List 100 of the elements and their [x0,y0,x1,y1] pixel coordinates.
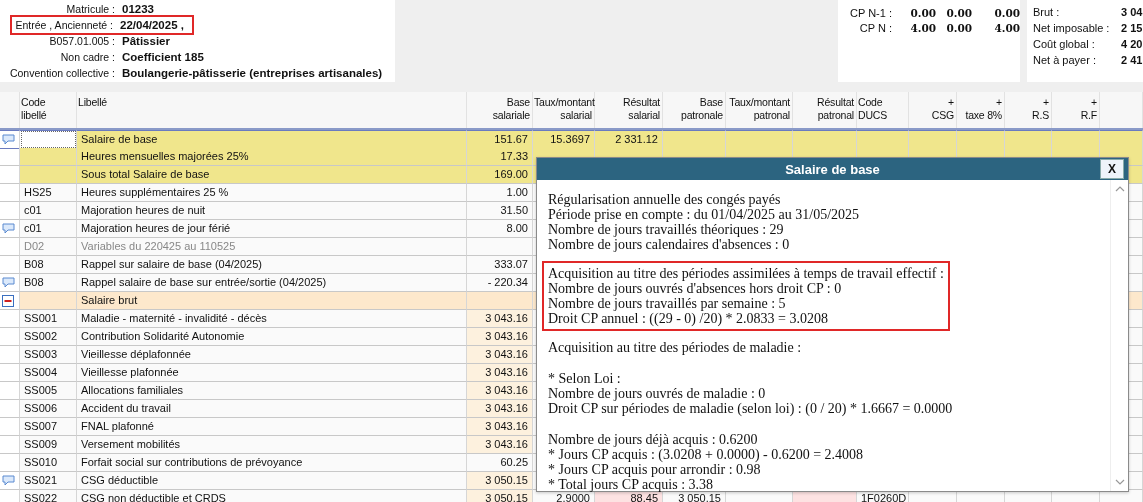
table-cell: SS007 [20,418,77,436]
column-header[interactable]: Base patronale [663,92,726,128]
balance-value: 4.00 [909,21,936,34]
field-value: 22/04/2025 , [120,19,184,31]
table-cell: c01 [20,202,77,220]
table-cell: Heures supplémentaires 25 % [77,184,467,202]
field-label: Matricule : [65,3,116,15]
table-cell: Majoration heures de nuit [77,202,467,220]
detail-line: Droit CP annuel : ((29 - 0) /20) * 2.0833 = 3.0208 [548,311,829,326]
total-value: 3 04 [1121,6,1143,18]
detail-line: Nombre de jours ouvrés de maladie : 0 [548,386,767,401]
table-cell: Maladie - maternité - invalidité - décès [77,310,467,328]
detail-line: Acquisition au titre des périodes assimilées à temps de travail effectif : [548,266,944,281]
total-value: 4 20 [1121,38,1143,50]
table-cell: SS002 [20,328,77,346]
table-cell: SS003 [20,346,77,364]
table-cell: - 220.34 [467,274,533,292]
table-cell: SS010 [20,454,77,472]
table-cell: Majoration heures de jour férié [77,220,467,238]
column-header[interactable]: + CSG [909,92,957,128]
column-header[interactable]: Taux/montant salarial [533,92,595,128]
detail-line: Régularisation annuelle des congés payés [548,192,782,207]
table-cell: HS25 [20,184,77,202]
table-cell: 3 043.16 [467,310,533,328]
column-header[interactable]: + taxe 8% [957,92,1005,128]
table-cell: 3 043.16 [467,436,533,454]
table-cell: 3 043.16 [467,328,533,346]
table-cell: Heures mensuelles majorées 25% [77,148,467,166]
field-value: Boulangerie-pâtisserie (entreprises artisanales) [122,67,383,79]
table-cell: Vieillesse déplafonnée [77,346,467,364]
column-header[interactable]: + R.F [1052,92,1100,128]
column-header[interactable]: Libellé [77,92,467,128]
table-cell: 60.25 [467,454,533,472]
table-cell: 8.00 [467,220,533,238]
column-header[interactable]: Taux/montant patronal [726,92,793,128]
column-header[interactable]: Résultat salarial [595,92,663,128]
balance-value: 0.00 [993,6,1020,19]
balance-label: CP N : [858,21,893,34]
field-label: Convention collective : [8,67,116,79]
table-cell: 31.50 [467,202,533,220]
table-cell: 3 043.16 [467,346,533,364]
table-cell: SS022 [20,490,77,502]
field-value: Coefficient 185 [122,51,204,63]
table-cell: CSG non déductible et CRDS [77,490,467,502]
detail-line: * Selon Loi : [548,371,622,386]
comment-icon[interactable] [2,223,15,234]
table-cell: 1.00 [467,184,533,202]
scroll-down-icon[interactable] [1114,479,1125,485]
table-cell: FNAL plafonné [77,418,467,436]
table-cell: Rappel salaire de base sur entrée/sortie (04/2025) [77,274,467,292]
table-cell: SS005 [20,382,77,400]
total-value: 2 15 [1121,22,1143,34]
detail-line: Nombre de jours travaillés par semaine : 5 [548,296,787,311]
table-cell: Vieillesse plafonnée [77,364,467,382]
field-label: B057.01.005 : [48,35,116,47]
table-cell: Accident du travail [77,400,467,418]
detail-line: Nombre de jours ouvrés d'absences hors droit CP : 0 [548,281,843,296]
detail-line: * Total jours CP acquis : 3.38 [548,477,715,492]
table-cell: Forfait social sur contributions de prévoyance [77,454,467,472]
table-cell: B08 [20,256,77,274]
balance-value: 0.00 [945,6,972,19]
scroll-up-icon[interactable] [1114,186,1125,192]
table-cell: Variables du 220425 au 110525 [77,238,467,256]
field-label: Non cadre : [59,51,116,63]
comment-icon[interactable] [2,134,15,145]
detail-line: Nombre de jours calendaires d'absences : 0 [548,237,791,252]
total-label: Coût global : [1033,38,1096,50]
table-cell: SS001 [20,310,77,328]
field-value: Pâtissier [122,35,170,47]
table-cell: CSG déductible [77,472,467,490]
collapse-icon[interactable] [2,294,14,307]
column-header[interactable]: + R.S [1005,92,1052,128]
balance-value: 0.00 [909,6,936,19]
detail-line: Nombre de jours déjà acquis : 0.6200 [548,432,759,447]
table-cell: 3 050.15 [467,472,533,490]
field-label: Entrée , Ancienneté : [14,19,114,31]
table-cell: B08 [20,274,77,292]
column-header[interactable]: Code libellé [20,92,77,128]
detail-line: Période prise en compte : du 01/04/2025 au 31/05/2025 [548,207,860,222]
table-cell: Sous total Salaire de base [77,166,467,184]
table-cell: Allocations familiales [77,382,467,400]
table-cell: 333.07 [467,256,533,274]
column-header[interactable]: Base salariale [467,92,533,128]
column-header[interactable]: Code DUCS [857,92,909,128]
total-label: Net imposable : [1033,22,1111,34]
column-header[interactable]: Résultat patronal [793,92,857,128]
table-cell: 3 043.16 [467,382,533,400]
table-cell: 3 043.16 [467,364,533,382]
comment-icon[interactable] [2,277,15,288]
table-cell [467,292,533,310]
table-cell: Versement mobilités [77,436,467,454]
table-cell: Rappel sur salaire de base (04/2025) [77,256,467,274]
total-value: 2 41 [1121,54,1143,66]
dialog-title: Salaire de base [785,161,880,177]
comment-icon[interactable] [2,475,15,486]
detail-line: * Jours CP acquis : (3.0208 + 0.0000) - 0.6200 = 2.4008 [548,447,864,462]
table-cell: 17.33 [467,148,533,166]
balance-label: CP N-1 : [849,6,893,19]
total-label: Brut : [1033,6,1061,18]
close-button[interactable]: X [1100,159,1124,179]
